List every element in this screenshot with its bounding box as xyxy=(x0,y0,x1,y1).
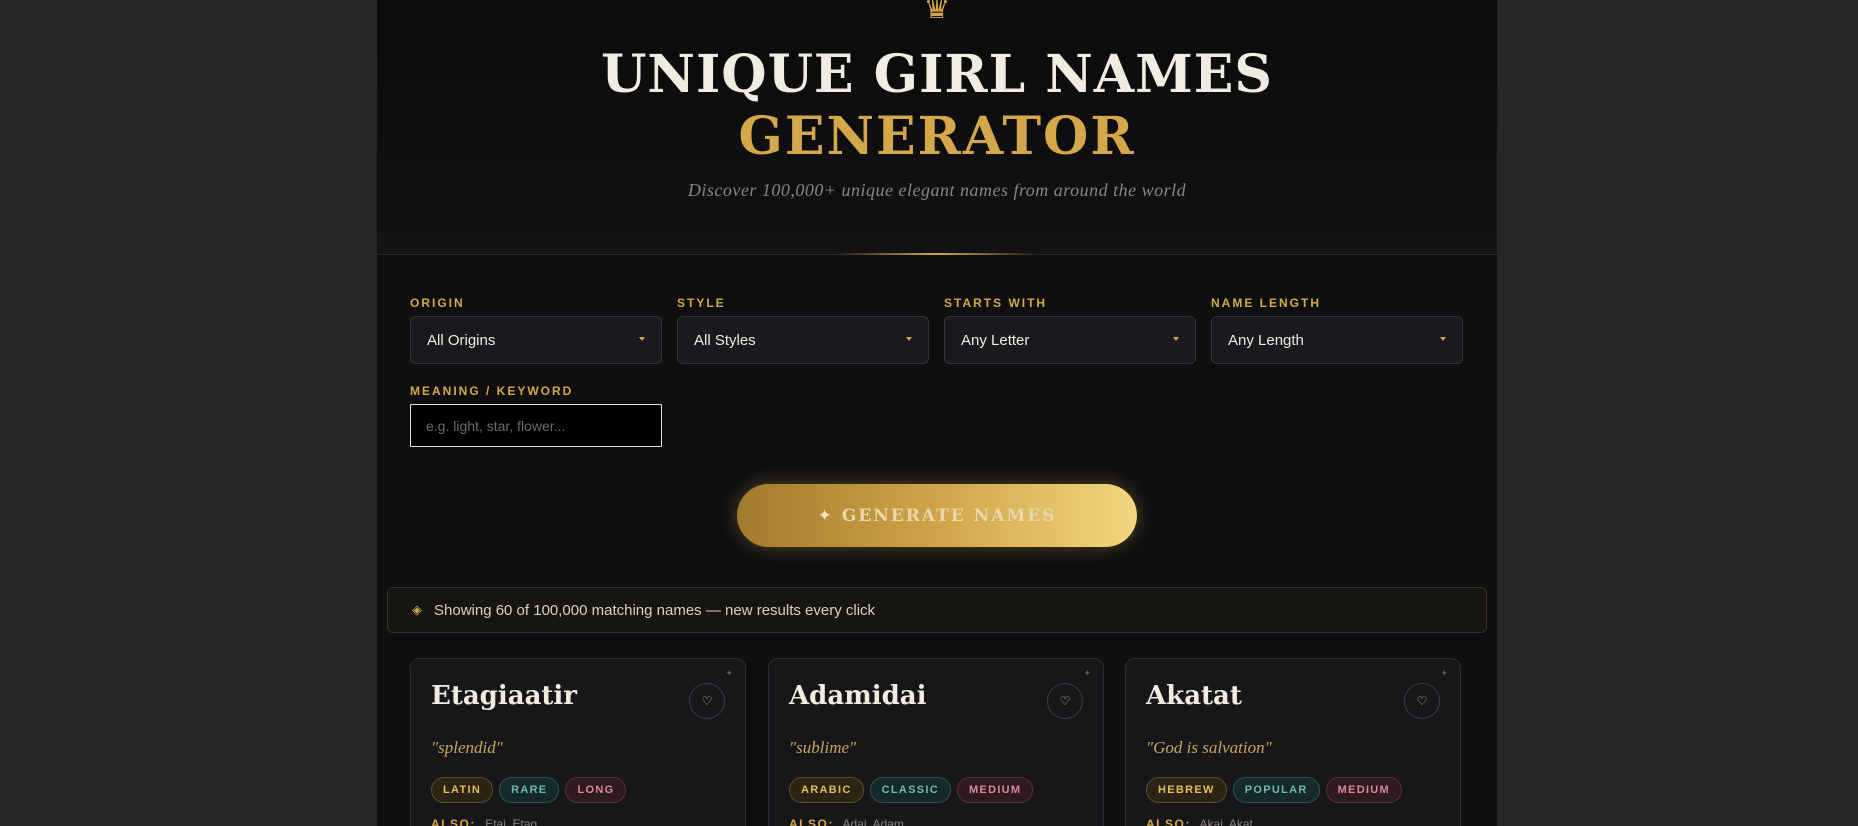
tag-length: MEDIUM xyxy=(956,777,1034,803)
card-variants-value: Akai, Akat xyxy=(1199,817,1253,826)
tag-style: POPULAR xyxy=(1232,777,1320,803)
heart-icon: ♡ xyxy=(1416,694,1428,708)
card-tags: LATIN RARE LONG xyxy=(431,777,627,803)
heart-icon: ♡ xyxy=(701,694,713,708)
generate-names-label: GENERATE NAMES xyxy=(841,505,1057,526)
star-icon: ✦ xyxy=(1083,669,1091,679)
tag-length: MEDIUM xyxy=(1325,777,1403,803)
chevron-down-icon xyxy=(1173,337,1179,341)
card-tags: HEBREW POPULAR MEDIUM xyxy=(1146,777,1403,803)
style-select[interactable]: All Styles xyxy=(677,316,929,364)
card-meaning: "God is salvation" xyxy=(1146,738,1272,757)
results-status-bar: ◈ Showing 60 of 100,000 matching names —… xyxy=(387,587,1487,633)
name-length-select-value: Any Length xyxy=(1228,331,1304,349)
tag-origin: LATIN xyxy=(431,777,494,803)
chevron-down-icon xyxy=(1440,337,1446,341)
card-variants-label: ALSO: xyxy=(1146,817,1191,826)
favorite-button[interactable]: ♡ xyxy=(1404,683,1440,719)
filter-style-label: STYLE xyxy=(677,296,726,310)
origin-select-value: All Origins xyxy=(427,331,496,349)
tag-style: CLASSIC xyxy=(869,777,951,803)
chevron-down-icon xyxy=(906,337,912,341)
favorite-button[interactable]: ♡ xyxy=(689,683,725,719)
star-icon: ✦ xyxy=(725,669,733,679)
filter-keyword: MEANING / KEYWORD xyxy=(410,384,662,447)
card-meaning: "splendid" xyxy=(431,738,503,757)
star-icon: ✦ xyxy=(1440,669,1448,679)
filter-style: STYLE All Styles xyxy=(677,296,929,364)
page-subtitle: Discover 100,000+ unique elegant names f… xyxy=(687,180,1187,200)
card-variants-label: ALSO: xyxy=(431,817,476,826)
filter-name-length: NAME LENGTH Any Length xyxy=(1211,296,1463,364)
heart-icon: ♡ xyxy=(1059,694,1071,708)
card-variants-value: Etai, Etag xyxy=(485,817,538,826)
filter-starts-with-label: STARTS WITH xyxy=(944,296,1048,310)
tag-origin: ARABIC xyxy=(789,777,864,803)
name-card: ✦ Akatat ♡ "God is salvation" HEBREW POP… xyxy=(1125,658,1461,826)
filter-starts-with: STARTS WITH Any Letter xyxy=(944,296,1196,364)
origin-select[interactable]: All Origins xyxy=(410,316,662,364)
page-title: UNIQUE GIRL NAMES xyxy=(601,44,1273,105)
page-title-accent: GENERATOR xyxy=(738,106,1136,167)
crown-icon: ♛ xyxy=(923,0,951,26)
card-variants-label: ALSO: xyxy=(789,817,834,826)
diamond-icon: ◈ xyxy=(412,602,422,618)
card-tags: ARABIC CLASSIC MEDIUM xyxy=(789,777,1034,803)
favorite-button[interactable]: ♡ xyxy=(1047,683,1083,719)
filter-name-length-label: NAME LENGTH xyxy=(1211,296,1321,310)
card-name: Adamidai xyxy=(789,681,927,711)
tag-origin: HEBREW xyxy=(1146,777,1227,803)
filter-origin-label: ORIGIN xyxy=(410,296,465,310)
card-variants: ALSO: Akai, Akat xyxy=(1146,817,1253,826)
name-card: ✦ Etagiaatir ♡ "splendid" LATIN RARE LON… xyxy=(410,658,746,826)
starts-with-select[interactable]: Any Letter xyxy=(944,316,1196,364)
results-status-text: Showing 60 of 100,000 matching names — n… xyxy=(434,601,876,619)
name-card: ✦ Adamidai ♡ "sublime" ARABIC CLASSIC ME… xyxy=(768,658,1104,826)
card-variants: ALSO: Etai, Etag xyxy=(431,817,537,826)
card-variants-value: Adai, Adam xyxy=(842,817,904,826)
keyword-input[interactable] xyxy=(410,404,662,447)
filter-origin: ORIGIN All Origins xyxy=(410,296,662,364)
generate-names-button[interactable]: ✦ GENERATE NAMES xyxy=(737,484,1137,547)
filter-keyword-label: MEANING / KEYWORD xyxy=(410,384,574,398)
page-container: ♛ UNIQUE GIRL NAMES GENERATOR Discover 1… xyxy=(377,0,1497,826)
sparkle-icon: ✦ xyxy=(817,505,832,526)
starts-with-select-value: Any Letter xyxy=(961,331,1030,349)
card-meaning: "sublime" xyxy=(789,738,857,757)
card-variants: ALSO: Adai, Adam xyxy=(789,817,904,826)
tag-style: RARE xyxy=(499,777,560,803)
hero-divider xyxy=(837,253,1037,255)
card-name: Etagiaatir xyxy=(431,681,578,711)
tag-length: LONG xyxy=(565,777,627,803)
card-name: Akatat xyxy=(1146,681,1242,711)
name-length-select[interactable]: Any Length xyxy=(1211,316,1463,364)
chevron-down-icon xyxy=(639,337,645,341)
hero-header: ♛ UNIQUE GIRL NAMES GENERATOR Discover 1… xyxy=(377,0,1497,255)
style-select-value: All Styles xyxy=(694,331,756,349)
